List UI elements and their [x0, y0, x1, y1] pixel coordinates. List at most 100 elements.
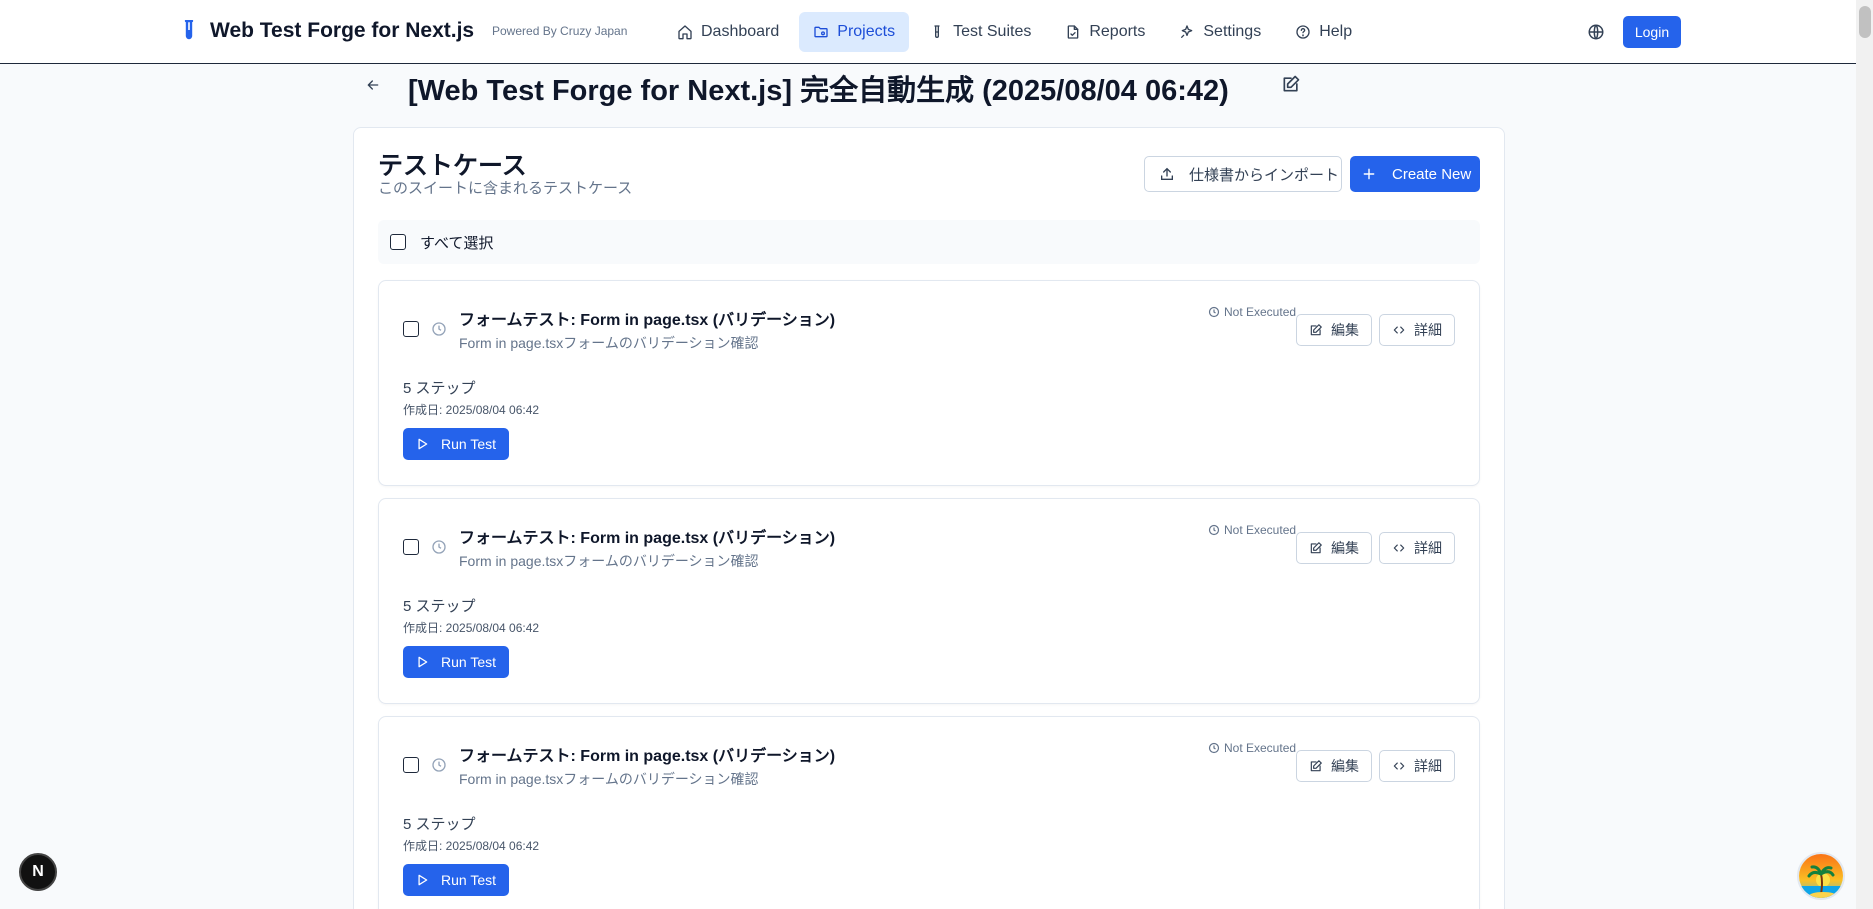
run-test-button[interactable]: Run Test	[403, 864, 509, 896]
test-case-title[interactable]: フォームテスト: Form in page.tsx (バリデーション)	[459, 524, 835, 548]
play-icon	[418, 656, 428, 668]
play-icon	[418, 874, 428, 886]
test-cases-card: テストケース このスイートに含まれるテストケース 仕様書からインポート Crea…	[353, 127, 1505, 909]
nav-settings[interactable]: Settings	[1165, 12, 1275, 52]
edit-button[interactable]: 編集	[1296, 314, 1372, 346]
test-case-checkbox[interactable]	[403, 321, 419, 337]
detail-button[interactable]: 詳細	[1379, 532, 1455, 564]
run-test-label: Run Test	[441, 436, 496, 452]
test-case-title[interactable]: フォームテスト: Form in page.tsx (バリデーション)	[459, 306, 835, 330]
detail-button[interactable]: 詳細	[1379, 314, 1455, 346]
step-count: 5 ステップ	[403, 380, 476, 397]
detail-label: 詳細	[1414, 758, 1442, 774]
edit-label: 編集	[1331, 540, 1359, 556]
assistant-avatar[interactable]	[1797, 852, 1845, 900]
clock-icon	[1208, 306, 1220, 318]
nav-reports-label: Reports	[1089, 23, 1146, 40]
test-tube-logo-icon	[180, 18, 198, 44]
test-case-checkbox[interactable]	[403, 757, 419, 773]
edit-button[interactable]: 編集	[1296, 750, 1372, 782]
created-date: 作成日: 2025/08/04 06:42	[403, 621, 540, 635]
step-count: 5 ステップ	[403, 816, 476, 833]
nav-reports[interactable]: Reports	[1051, 12, 1159, 52]
test-case-description: Form in page.tsxフォームのバリデーション確認	[459, 335, 759, 351]
edit-title-icon[interactable]	[1281, 74, 1301, 94]
beach-avatar-icon	[1799, 854, 1843, 898]
test-case-description: Form in page.tsxフォームのバリデーション確認	[459, 771, 759, 787]
code-icon	[1393, 326, 1405, 334]
run-test-label: Run Test	[441, 872, 496, 888]
nav-projects[interactable]: Projects	[799, 12, 910, 52]
nav-test-suites[interactable]: Test Suites	[915, 12, 1045, 52]
home-icon	[678, 25, 692, 40]
clock-icon	[432, 322, 446, 336]
status-label: Not Executed	[1224, 523, 1297, 537]
nav-dashboard-label: Dashboard	[701, 23, 780, 40]
page-title: [Web Test Forge for Next.js] 完全自動生成 (202…	[408, 75, 1229, 107]
play-icon	[418, 438, 428, 450]
import-spec-button[interactable]: 仕様書からインポート	[1144, 156, 1342, 192]
create-new-label: Create New	[1392, 165, 1472, 183]
powered-by-text: Powered By Cruzy Japan	[492, 24, 628, 38]
edit-button[interactable]: 編集	[1296, 532, 1372, 564]
test-tube-icon	[934, 25, 940, 38]
clock-icon	[432, 758, 446, 772]
test-case-checkbox[interactable]	[403, 539, 419, 555]
select-all-label: すべて選択	[420, 234, 494, 252]
status-badge: Not Executed	[1208, 523, 1296, 537]
created-date: 作成日: 2025/08/04 06:42	[403, 839, 540, 853]
status-badge: Not Executed	[1208, 305, 1296, 319]
nav-help[interactable]: Help	[1281, 12, 1366, 52]
detail-label: 詳細	[1414, 322, 1442, 338]
run-test-button[interactable]: Run Test	[403, 646, 509, 678]
nextjs-dev-badge[interactable]: N	[19, 853, 57, 891]
edit-icon	[1310, 760, 1322, 772]
test-case-description: Form in page.tsxフォームのバリデーション確認	[459, 553, 759, 569]
page-scrollbar[interactable]	[1856, 0, 1873, 909]
main-nav: Dashboard Projects Test Suites Reports S…	[663, 12, 1366, 52]
test-case-card: フォームテスト: Form in page.tsx (バリデーション) Form…	[378, 280, 1480, 486]
clock-icon	[1208, 524, 1220, 536]
brand[interactable]: Web Test Forge for Next.js	[180, 18, 474, 44]
arrow-left-icon	[367, 80, 379, 90]
status-label: Not Executed	[1224, 305, 1297, 319]
scrollbar-thumb[interactable]	[1859, 6, 1871, 38]
globe-icon[interactable]	[1587, 23, 1605, 41]
brand-title: Web Test Forge for Next.js	[210, 19, 475, 42]
nav-help-label: Help	[1319, 23, 1353, 40]
edit-label: 編集	[1331, 758, 1359, 774]
import-spec-label: 仕様書からインポート	[1189, 166, 1340, 184]
detail-button[interactable]: 詳細	[1379, 750, 1455, 782]
nav-test-suites-label: Test Suites	[953, 23, 1032, 40]
login-button[interactable]: Login	[1623, 16, 1681, 48]
folder-icon	[814, 26, 828, 38]
test-case-title[interactable]: フォームテスト: Form in page.tsx (バリデーション)	[459, 742, 835, 766]
status-badge: Not Executed	[1208, 741, 1296, 755]
run-test-label: Run Test	[441, 654, 496, 670]
plus-icon	[1363, 168, 1375, 180]
status-label: Not Executed	[1224, 741, 1297, 755]
run-test-button[interactable]: Run Test	[403, 428, 509, 460]
edit-icon	[1310, 542, 1322, 554]
test-case-card: フォームテスト: Form in page.tsx (バリデーション) Form…	[378, 716, 1480, 909]
code-icon	[1393, 762, 1405, 770]
help-icon	[1296, 25, 1310, 39]
section-subtitle: このスイートに含まれるテストケース	[378, 180, 633, 197]
back-button[interactable]	[361, 73, 385, 97]
select-all-checkbox[interactable]	[390, 234, 406, 250]
nav-dashboard[interactable]: Dashboard	[663, 12, 793, 52]
top-header: Web Test Forge for Next.js Powered By Cr…	[0, 0, 1856, 64]
create-new-button[interactable]: Create New	[1350, 156, 1480, 192]
nav-settings-label: Settings	[1203, 23, 1262, 40]
step-count: 5 ステップ	[403, 598, 476, 615]
detail-label: 詳細	[1414, 540, 1442, 556]
nav-projects-label: Projects	[837, 23, 896, 40]
code-icon	[1393, 544, 1405, 552]
created-date: 作成日: 2025/08/04 06:42	[403, 403, 540, 417]
clock-icon	[1208, 742, 1220, 754]
upload-icon	[1161, 167, 1173, 180]
edit-icon	[1310, 324, 1322, 336]
test-case-card: フォームテスト: Form in page.tsx (バリデーション) Form…	[378, 498, 1480, 704]
sparkle-icon	[1181, 25, 1193, 38]
report-icon	[1068, 25, 1079, 39]
